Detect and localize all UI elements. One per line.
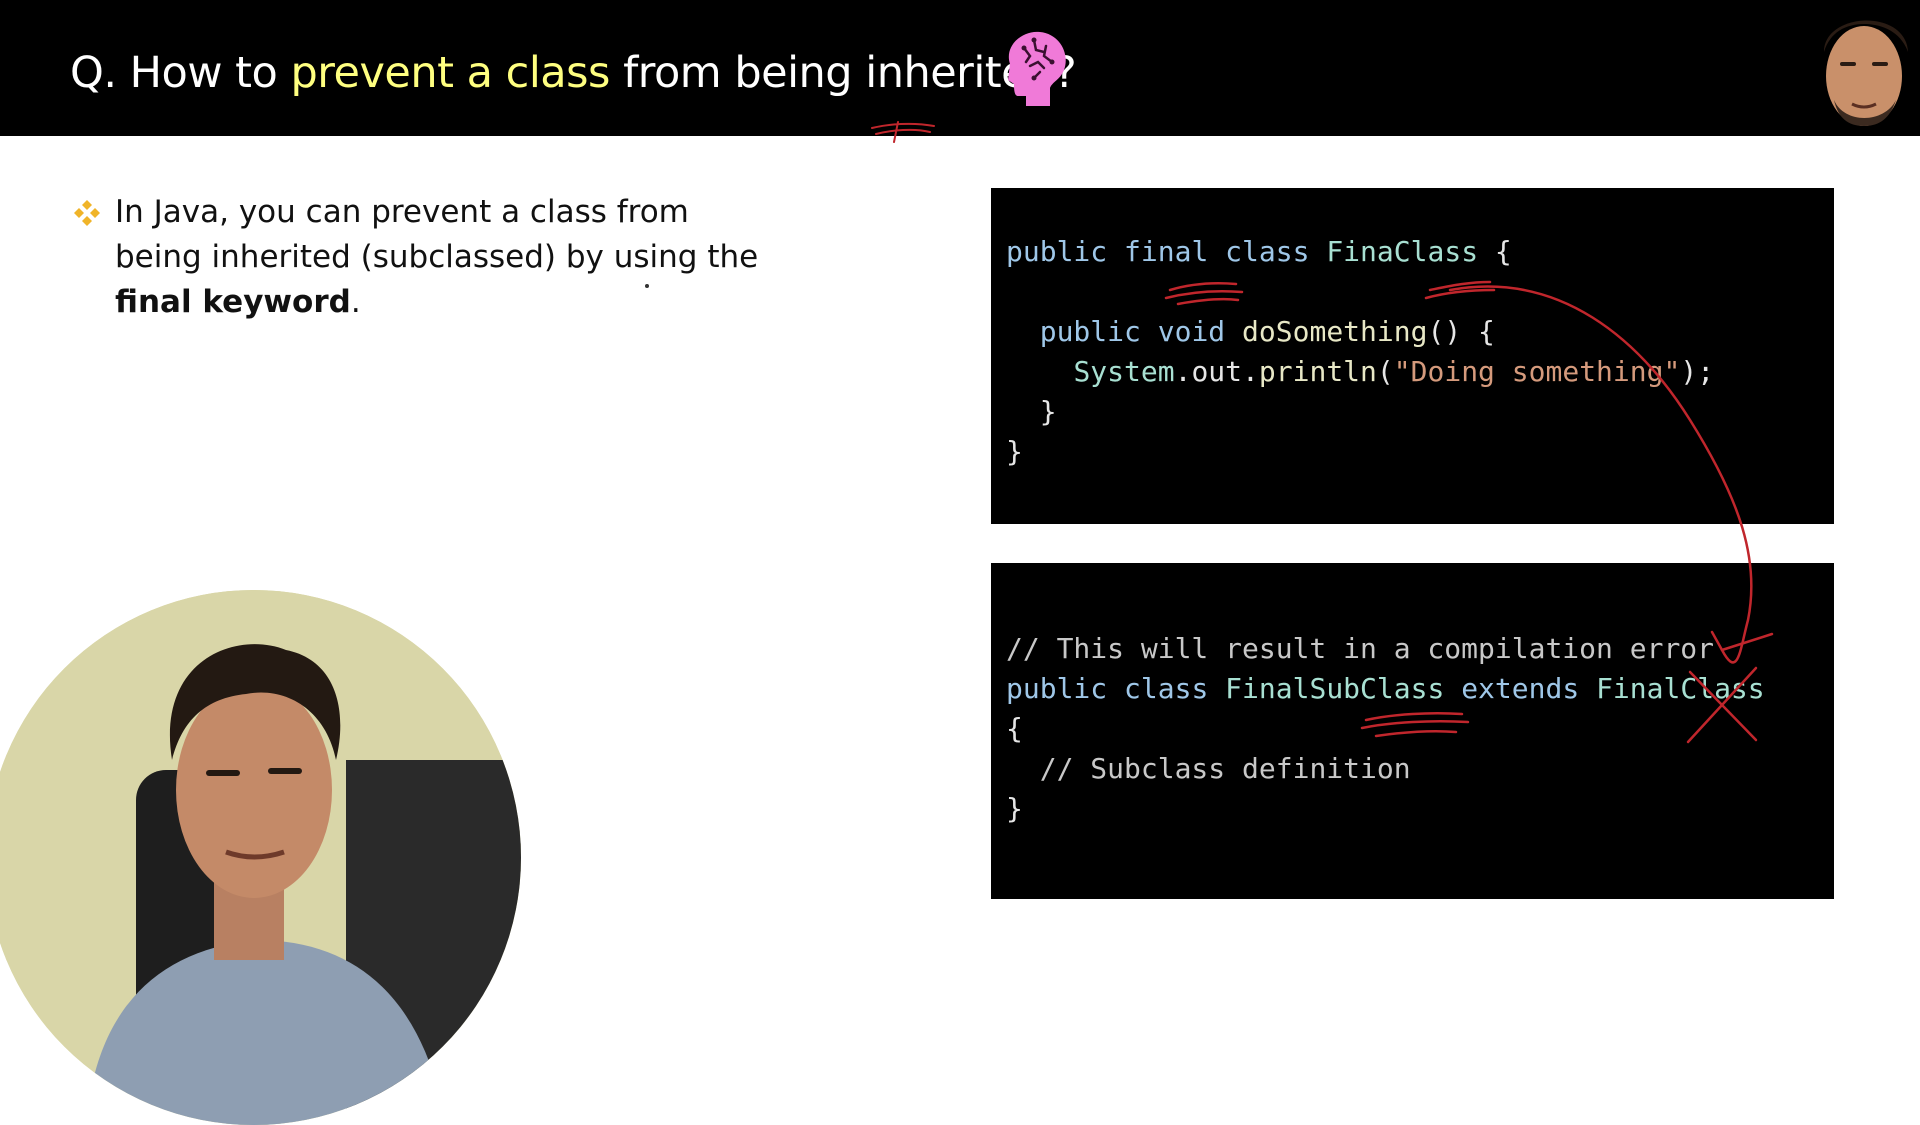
keyword-token: class	[1124, 672, 1209, 705]
method-name-token: doSomething	[1242, 315, 1428, 348]
brain-icon	[1008, 31, 1066, 106]
code-comment: // This will result in a compilation err…	[1006, 632, 1715, 665]
code-panel-final-class: public final class FinaClass { public vo…	[991, 188, 1834, 524]
punct-token: () {	[1427, 315, 1495, 348]
code-line: }	[1006, 792, 1023, 825]
code-line: }	[1039, 395, 1057, 428]
code-block-1: public final class FinaClass { public vo…	[1006, 232, 1714, 472]
code-comment: // Subclass definition	[1039, 752, 1411, 785]
presenter-avatar	[1810, 0, 1920, 136]
keyword-token: void	[1157, 315, 1226, 348]
bullet-keyword: final keyword	[115, 284, 351, 320]
punct-token: );	[1680, 355, 1715, 388]
code-line: public void doSomething() {	[1040, 315, 1495, 348]
bullet-period: .	[350, 284, 361, 320]
keyword-token: public	[1039, 315, 1141, 348]
keyword-token: extends	[1461, 672, 1580, 705]
pen-annotation-mark	[871, 121, 935, 143]
title-prefix: Q. How to	[70, 48, 291, 98]
method-name-token: println	[1258, 355, 1377, 388]
code-block-2: // This will result in a compilation err…	[1006, 629, 1765, 829]
code-panel-subclass: // This will result in a compilation err…	[991, 563, 1834, 899]
class-name-token: FinaClass	[1326, 235, 1479, 268]
keyword-token: final	[1124, 235, 1209, 268]
code-line: }	[1006, 435, 1023, 468]
class-name-token: FinalSubClass	[1225, 672, 1445, 705]
class-name-token: FinalClass	[1596, 672, 1765, 705]
code-line: System.out.println("Doing something");	[1073, 355, 1714, 388]
code-line: public class FinalSubClass extends Final…	[1006, 672, 1765, 705]
webcam-image	[0, 590, 521, 1125]
title-highlight: prevent a class	[290, 48, 611, 98]
punct-token: .out.	[1174, 355, 1259, 388]
stray-mark	[645, 284, 649, 288]
class-name-token: System	[1073, 355, 1175, 388]
keyword-token: public	[1006, 672, 1108, 705]
keyword-token: public	[1006, 235, 1108, 268]
code-line: public final class FinaClass {	[1006, 235, 1512, 268]
keyword-token: class	[1225, 235, 1310, 268]
bullet-paragraph: In Java, you can prevent a class from be…	[115, 190, 775, 325]
slide-title: Q. How to prevent a class from being inh…	[70, 48, 1077, 98]
string-token: "Doing something"	[1393, 355, 1681, 388]
slide-header: Q. How to prevent a class from being inh…	[0, 0, 1920, 136]
brace-token: {	[1494, 235, 1512, 268]
diamond-bullet-icon	[74, 200, 100, 226]
code-line: {	[1006, 712, 1023, 745]
punct-token: (	[1376, 355, 1394, 388]
presenter-webcam	[0, 590, 521, 1125]
bullet-text-body: In Java, you can prevent a class from be…	[115, 194, 759, 275]
